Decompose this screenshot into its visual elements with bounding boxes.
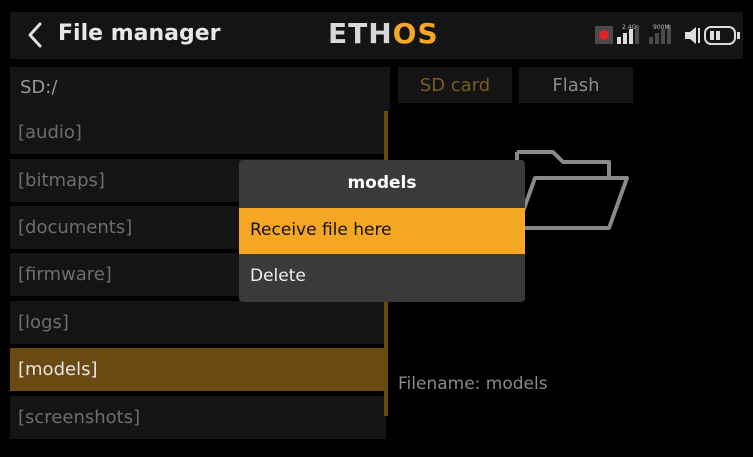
record-icon (595, 26, 613, 44)
header-bar: File manager ETHOS 2.4G 900M (10, 12, 743, 59)
tab-sd-card[interactable]: SD card (398, 67, 512, 103)
receive-file-here-option[interactable]: Receive file here (239, 208, 525, 254)
context-menu-title: models (347, 173, 417, 193)
menu-item-label: Receive file here (250, 220, 392, 240)
signal-label-2: 900M (653, 24, 670, 31)
list-item-label: [models] (18, 359, 98, 380)
list-item-label: [documents] (18, 217, 133, 238)
list-item-label: [screenshots] (18, 407, 141, 428)
filename-label: Filename: models (398, 374, 548, 394)
signal-900m-icon: 900M (649, 24, 671, 44)
logo-text-1: ETH (328, 17, 393, 50)
tab-flash[interactable]: Flash (519, 67, 633, 103)
signal-label-1: 2.4G (622, 24, 637, 31)
menu-item-label: Delete (250, 266, 306, 286)
list-item-label: [audio] (18, 122, 82, 143)
delete-option[interactable]: Delete (239, 254, 525, 300)
tab-label: SD card (419, 75, 491, 96)
brand-logo: ETHOS (328, 17, 439, 50)
list-item[interactable]: [screenshots] (10, 396, 386, 440)
speaker-icon (685, 27, 700, 44)
list-item[interactable]: [audio] (10, 111, 386, 155)
status-icons: 2.4G 900M (595, 23, 745, 47)
list-item[interactable]: [logs] (10, 301, 386, 345)
list-item-label: [firmware] (18, 264, 112, 285)
logo-text-2: OS (392, 17, 439, 50)
list-item-label: [bitmaps] (18, 170, 105, 191)
path-label: SD:/ (20, 77, 58, 98)
list-item-selected[interactable]: [models] (10, 348, 386, 392)
battery-icon (704, 26, 740, 45)
back-arrow-icon[interactable] (24, 20, 48, 50)
signal-2-4g-icon: 2.4G (617, 24, 639, 44)
tab-label: Flash (552, 75, 600, 96)
page-title: File manager (58, 21, 221, 46)
context-menu: models Receive file here Delete (239, 160, 525, 302)
screen: File manager ETHOS 2.4G 900M SD:/ [audio… (0, 0, 753, 457)
path-bar: SD:/ (10, 67, 390, 111)
list-item-label: [logs] (18, 312, 69, 333)
